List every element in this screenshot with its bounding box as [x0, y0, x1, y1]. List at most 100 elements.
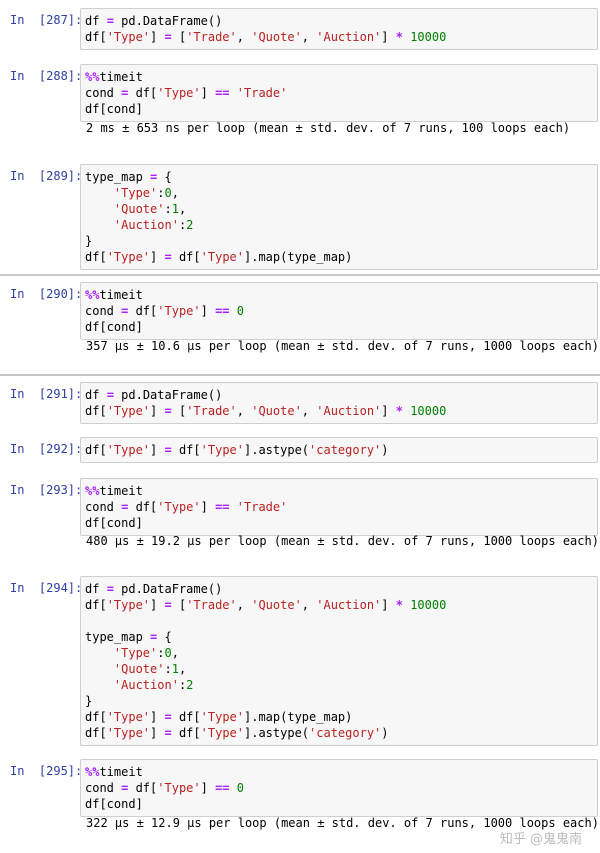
code-token: 'Auction'	[316, 30, 382, 44]
code-input[interactable]: %%timeit cond = df['Type'] == 'Trade' df[c…	[80, 478, 598, 536]
code-line: df['Type'] = ['Trade', 'Quote', 'Auction…	[85, 403, 593, 419]
prompt-number: [294]:	[38, 581, 83, 595]
code-token: timeit	[99, 484, 143, 498]
code-token: =	[164, 443, 172, 457]
code-token: cond	[85, 86, 122, 100]
code-token: df[	[85, 30, 107, 44]
code-token: ==	[215, 86, 230, 100]
code-token: 'Quote'	[251, 30, 302, 44]
code-token: 10000	[410, 30, 447, 44]
code-token: :	[164, 662, 172, 676]
code-token: *	[395, 598, 403, 612]
code-token: df	[85, 14, 107, 28]
cell-prompt: In [291]:	[10, 386, 82, 402]
watermark: 知乎 @鬼鬼南	[499, 832, 582, 847]
code-token: ]	[150, 598, 165, 612]
prompt-prefix: In	[10, 764, 39, 778]
prompt-prefix: In	[10, 442, 39, 456]
code-token: 'Type'	[106, 443, 151, 457]
code-token: %%	[85, 70, 100, 84]
cell-output: 480 µs ± 19.2 µs per loop (mean ± std. d…	[86, 534, 599, 548]
code-token: [	[171, 598, 187, 612]
code-token: 'Quote'	[251, 598, 302, 612]
code-token: timeit	[99, 765, 143, 779]
code-line: df = pd.DataFrame()	[85, 13, 593, 29]
code-token: =	[164, 726, 172, 740]
code-token: cond	[85, 781, 122, 795]
code-token: df[cond]	[85, 320, 143, 334]
code-line: cond = df['Type'] == 0	[85, 780, 593, 796]
cell-separator	[0, 274, 600, 276]
code-token: )	[381, 443, 389, 457]
code-token: =	[164, 404, 172, 418]
prompt-prefix: In	[10, 387, 39, 401]
code-token: 10000	[410, 598, 447, 612]
code-token: 2	[186, 678, 194, 692]
code-token: 'Trade'	[236, 86, 288, 100]
code-input[interactable]: %%timeit cond = df['Type'] == 0 df[cond]	[80, 759, 598, 817]
code-token: 10000	[410, 404, 447, 418]
code-line: df[cond]	[85, 796, 593, 812]
code-token: df[	[85, 404, 107, 418]
code-token: ,	[178, 202, 187, 216]
code-token: ]	[381, 598, 396, 612]
code-line: %%timeit	[85, 764, 593, 780]
code-input[interactable]: type_map = { 'Type':0, 'Quote':1, 'Aucti…	[80, 164, 598, 270]
code-token: df[	[128, 86, 158, 100]
cell-output: 357 µs ± 10.6 µs per loop (mean ± std. d…	[86, 339, 599, 353]
code-input[interactable]: %%timeit cond = df['Type'] == 0 df[cond]	[80, 282, 598, 340]
code-input[interactable]: df = pd.DataFrame() df['Type'] = ['Trade'…	[80, 8, 598, 50]
code-token: df[	[171, 726, 201, 740]
cell-prompt: In [288]:	[10, 68, 82, 84]
code-token: df[	[85, 443, 107, 457]
code-input[interactable]: df = pd.DataFrame() df['Type'] = ['Trade'…	[80, 382, 598, 424]
prompt-prefix: In	[10, 13, 39, 27]
code-line: df['Type'] = df['Type'].map(type_map)	[85, 709, 593, 725]
code-token: ]	[200, 781, 216, 795]
code-input[interactable]: %%timeit cond = df['Type'] == 'Trade' df[c…	[80, 64, 598, 122]
code-token: 'Type'	[157, 86, 201, 100]
code-token: df	[85, 388, 107, 402]
code-token: 0	[236, 304, 244, 318]
code-token: timeit	[99, 70, 143, 84]
code-token: [	[171, 404, 187, 418]
code-line: 'Auction':2	[85, 217, 593, 233]
code-line: df[cond]	[85, 515, 593, 531]
prompt-number: [293]:	[38, 483, 83, 497]
code-token: df[	[171, 443, 201, 457]
code-line: 'Quote':1,	[85, 661, 593, 677]
code-token: df[cond]	[85, 102, 143, 116]
code-input[interactable]: df = pd.DataFrame() df['Type'] = ['Trade'…	[80, 576, 598, 746]
prompt-prefix: In	[10, 69, 39, 83]
code-line: df = pd.DataFrame()	[85, 387, 593, 403]
code-line: df['Type'] = df['Type'].astype('category…	[85, 725, 593, 741]
code-token: 'Type'	[106, 404, 151, 418]
code-token: [	[171, 30, 187, 44]
code-token: ]	[150, 404, 165, 418]
code-token: {	[157, 170, 172, 184]
code-token: %%	[85, 288, 100, 302]
code-line: df[cond]	[85, 101, 593, 117]
code-token: 'Trade'	[186, 30, 237, 44]
code-token: ]	[381, 404, 396, 418]
code-token: 'Type'	[157, 304, 201, 318]
code-line: }	[85, 233, 593, 249]
code-token: ==	[215, 500, 230, 514]
cell-prompt: In [292]:	[10, 441, 82, 457]
code-token: 'Quote'	[113, 662, 165, 676]
code-token: =	[164, 30, 172, 44]
code-token: df[	[85, 250, 107, 264]
code-token: 'Type'	[106, 710, 151, 724]
code-token: pd.DataFrame()	[113, 388, 223, 402]
code-line: 'Auction':2	[85, 677, 593, 693]
code-input[interactable]: df['Type'] = df['Type'].astype('category…	[80, 437, 598, 463]
prompt-number: [287]:	[38, 13, 83, 27]
code-token: 'Trade'	[186, 404, 237, 418]
code-token: cond	[85, 500, 122, 514]
code-line: cond = df['Type'] == 'Trade'	[85, 499, 593, 515]
code-token: )	[381, 726, 389, 740]
code-token: 0	[164, 186, 172, 200]
